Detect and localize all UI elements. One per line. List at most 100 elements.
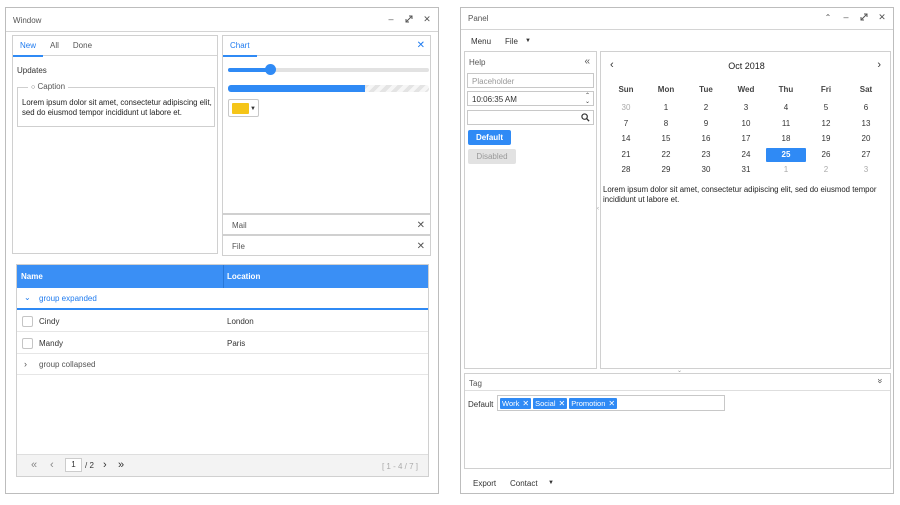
chart-tab-bar: Chart (223, 36, 430, 57)
eye-icon: ○ (31, 84, 36, 91)
caption-legend[interactable]: ○ Caption (28, 82, 69, 91)
tag-input[interactable]: Work ✕ Social ✕ Promotion ✕ (497, 395, 725, 411)
calendar-day[interactable]: 6 (846, 101, 886, 115)
calendar-day[interactable]: 23 (686, 148, 726, 162)
calendar-day[interactable]: 10 (726, 117, 766, 131)
calendar-day[interactable]: 16 (686, 132, 726, 146)
calendar-day[interactable]: 3 (846, 163, 886, 177)
menubar: Menu File ▼ (461, 32, 893, 50)
calendar-day[interactable]: 22 (646, 148, 686, 162)
default-button[interactable]: Default (468, 130, 511, 145)
calendar-day[interactable]: 30 (606, 101, 646, 115)
expand-icon[interactable] (859, 12, 869, 22)
chevron-up-icon[interactable]: ⌃ (823, 12, 833, 22)
menu-item-file[interactable]: File (505, 37, 518, 46)
prev-page-icon[interactable]: ‹ (50, 459, 54, 471)
close-icon[interactable]: ✕ (422, 14, 432, 24)
calendar-day[interactable]: 14 (606, 132, 646, 146)
calendar-day[interactable]: 20 (846, 132, 886, 146)
header-name[interactable]: Name (21, 272, 43, 281)
calendar-day[interactable]: 18 (766, 132, 806, 146)
calendar-month[interactable]: Oct 2018 (601, 61, 892, 71)
splitter-handle[interactable]: ‹ (597, 206, 599, 212)
next-month-icon[interactable]: › (877, 59, 881, 71)
remove-tag-icon[interactable]: ✕ (522, 399, 529, 408)
time-value: 10:06:35 AM (472, 95, 517, 104)
first-page-icon[interactable]: « (31, 459, 37, 471)
chevron-down-icon[interactable]: ▼ (548, 480, 554, 486)
table-row[interactable]: Mandy Paris (17, 332, 428, 354)
tab-all[interactable]: All (43, 36, 66, 56)
chart-close-icon[interactable]: ✕ (417, 40, 425, 51)
calendar-day-selected[interactable]: 25 (766, 147, 806, 162)
slider-handle[interactable] (265, 64, 277, 75)
calendar-day[interactable]: 4 (766, 101, 806, 115)
tag-chip-promotion[interactable]: Promotion ✕ (569, 397, 618, 409)
calendar-day[interactable]: 13 (846, 117, 886, 131)
mail-close-icon[interactable]: ✕ (417, 220, 425, 231)
row-checkbox[interactable] (22, 338, 33, 349)
group-collapsed-row[interactable]: › group collapsed (17, 354, 428, 375)
remove-tag-icon[interactable]: ✕ (608, 399, 615, 408)
calendar-day[interactable]: 15 (646, 132, 686, 146)
calendar-day[interactable]: 17 (726, 132, 766, 146)
search-icon[interactable] (581, 113, 590, 122)
tag-chip-social[interactable]: Social ✕ (533, 397, 568, 409)
calendar-day[interactable]: 11 (766, 117, 806, 131)
grid-header: Name Location (17, 265, 428, 288)
calendar-day[interactable]: 7 (606, 117, 646, 131)
file-close-icon[interactable]: ✕ (417, 241, 425, 252)
color-picker[interactable]: ▼ (228, 99, 259, 117)
tab-bar: New All Done (13, 36, 217, 57)
calendar-grid: Sun Mon Tue Wed Thu Fri Sat 30 1 2 3 4 5 6 7 8 9 10 11 12 13… (601, 77, 892, 177)
spinner-down-icon[interactable]: ⌄ (585, 98, 590, 105)
calendar-day[interactable]: 28 (606, 163, 646, 177)
file-panel[interactable]: File ✕ (222, 235, 431, 256)
row-checkbox[interactable] (22, 316, 33, 327)
placeholder-input[interactable]: Placeholder (467, 73, 594, 88)
page-input[interactable]: 1 (65, 458, 82, 472)
last-page-icon[interactable]: » (118, 459, 124, 471)
calendar-day[interactable]: 19 (806, 132, 846, 146)
calendar-day[interactable]: 5 (806, 101, 846, 115)
mail-panel[interactable]: Mail ✕ (222, 214, 431, 235)
remove-tag-icon[interactable]: ✕ (559, 399, 566, 408)
chevron-down-icon[interactable]: ▼ (525, 38, 531, 44)
search-input[interactable] (467, 110, 594, 125)
slider-track[interactable] (228, 64, 429, 75)
collapse-down-icon[interactable]: » (875, 378, 885, 383)
calendar-day[interactable]: 26 (806, 148, 846, 162)
calendar-day[interactable]: 27 (846, 148, 886, 162)
close-icon[interactable]: ✕ (877, 12, 887, 22)
calendar-day[interactable]: 21 (606, 148, 646, 162)
tab-done[interactable]: Done (66, 36, 99, 56)
expand-icon[interactable] (404, 14, 414, 24)
data-grid: Name Location ⌄ group expanded Cindy Lon… (16, 264, 429, 477)
footer-export[interactable]: Export (473, 479, 496, 488)
calendar-day[interactable]: 12 (806, 117, 846, 131)
tab-new[interactable]: New (13, 36, 44, 57)
tag-chip-work[interactable]: Work ✕ (500, 397, 532, 409)
calendar-day[interactable]: 1 (646, 101, 686, 115)
menu-item-menu[interactable]: Menu (471, 37, 491, 46)
calendar-day[interactable]: 31 (726, 163, 766, 177)
calendar-day[interactable]: 9 (686, 117, 726, 131)
footer-contact[interactable]: Contact (510, 479, 538, 488)
minimize-icon[interactable]: – (841, 12, 851, 22)
calendar-day[interactable]: 30 (686, 163, 726, 177)
minimize-icon[interactable]: – (386, 14, 396, 24)
calendar-day[interactable]: 24 (726, 148, 766, 162)
calendar-day[interactable]: 2 (806, 163, 846, 177)
calendar-day[interactable]: 29 (646, 163, 686, 177)
calendar-day[interactable]: 1 (766, 163, 806, 177)
group-expanded-row[interactable]: ⌄ group expanded (17, 288, 428, 310)
header-location[interactable]: Location (227, 272, 260, 281)
collapse-left-icon[interactable]: « (584, 56, 590, 67)
calendar-day[interactable]: 8 (646, 117, 686, 131)
tab-chart[interactable]: Chart (223, 36, 257, 57)
table-row[interactable]: Cindy London (17, 310, 428, 332)
time-input[interactable]: 10:06:35 AM ⌃ ⌄ (467, 91, 594, 106)
calendar-day[interactable]: 2 (686, 101, 726, 115)
calendar-day[interactable]: 3 (726, 101, 766, 115)
next-page-icon[interactable]: › (103, 459, 107, 471)
